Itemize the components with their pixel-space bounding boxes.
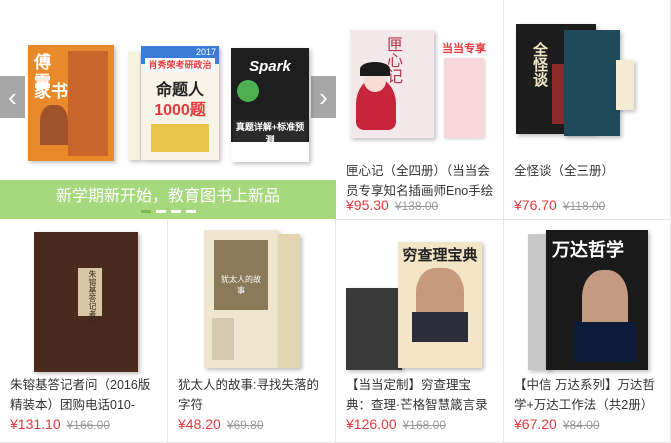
banner-book-top: 肖秀荣考研政治 [145,58,215,72]
product-title[interactable]: 【中信 万达系列】万达哲学+万达工作法（共2册） [514,375,662,415]
cover-title: 全怪谈 [531,42,547,87]
cover-title: 朱镕基答记者问 [88,270,97,326]
carousel-dot[interactable] [186,210,196,213]
product-title[interactable]: 匣心记（全四册）（当当会员专享知名插画师Eno手绘 [346,161,495,201]
banner-book-fulei: 傅雷 家书 [28,45,114,161]
chevron-right-icon: › [319,82,328,112]
banner-book-1000 [128,52,140,160]
cover-badge: 当当专享 [442,43,486,55]
product-title[interactable]: 【当当定制】穷查理宝典：查理·芒格智慧箴言录（增订 [346,375,495,415]
product-price-row: ¥95.30 ¥138.00 [346,197,438,213]
product-cover[interactable]: 犹太人的故事 [168,220,335,376]
product-old-price: ¥166.00 [66,418,110,432]
product-price-row: ¥67.20 ¥84.00 [514,416,600,432]
banner-book-subtitle: 1000题 [154,102,206,119]
carousel-dot[interactable] [141,210,151,213]
carousel-next-button[interactable]: › [311,76,336,118]
carousel-prev-button[interactable]: ‹ [0,76,25,118]
product-card[interactable]: 匣心记 当当专享 匣心记（全四册）（当当会员专享知名插画师Eno手绘 ¥95.3… [336,0,504,220]
book-cover-image: 犹太人的故事 [204,230,278,368]
product-old-price: ¥168.00 [402,418,446,432]
cover-title: 犹太人的故事 [221,275,261,295]
product-title[interactable]: 犹太人的故事:寻找失落的字符 [178,375,327,415]
product-cover[interactable]: 穷查理宝典 [336,220,503,376]
banner-book-spark: Spark 真题详解+标准预测 [231,48,309,162]
product-old-price: ¥118.00 [562,199,606,213]
product-old-price: ¥138.00 [394,199,439,213]
product-card[interactable]: 犹太人的故事 犹太人的故事:寻找失落的字符 ¥48.20 ¥69.80 [168,220,336,443]
chevron-left-icon: ‹ [8,82,17,112]
product-price: ¥48.20 [178,416,221,432]
product-price: ¥131.10 [10,416,61,432]
book-cover-image: 万达哲学 [546,230,648,370]
carousel-caption[interactable]: 新学期新开始，教育图书上新品 [0,180,336,219]
product-card[interactable]: 穷查理宝典 【当当定制】穷查理宝典：查理·芒格智慧箴言录（增订 ¥126.00¥… [336,220,504,443]
product-price-row: ¥76.70 ¥118.00 [514,197,605,213]
product-card[interactable]: 朱镕基答记者问 朱镕基答记者问（2016版精装本）团购电话010- ¥131.1… [0,220,168,443]
banner-book-mingtiren: 肖秀荣考研政治 2017 命题人 1000题 [141,46,219,160]
banner-book-title: Spark [249,58,291,75]
product-price-row: ¥48.20 ¥69.80 [178,416,264,432]
cover-title: 万达哲学 [552,240,624,260]
product-price: ¥95.30 [346,197,389,213]
product-title[interactable]: 全怪谈（全三册） [514,161,662,181]
cover-title: 穷查理宝典 [402,247,478,264]
product-price: ¥126.00 [346,416,397,432]
book-cover-image: 匣心记 [350,30,434,138]
product-card[interactable]: 全怪谈 全怪谈（全三册） ¥76.70 ¥118.00 [504,0,671,220]
product-cover[interactable]: 全怪谈 [504,0,670,156]
product-cover[interactable]: 万达哲学 [504,220,670,376]
product-old-price: ¥69.80 [226,418,264,432]
carousel-dot[interactable] [156,210,166,213]
product-price-row: ¥131.10 ¥166.00 [10,416,110,432]
product-price: ¥67.20 [514,416,557,432]
carousel-dot[interactable] [171,210,181,213]
banner-book-subtitle: 家书 [34,82,68,101]
book-cover-image: 穷查理宝典 [398,242,482,368]
product-old-price: ¥84.00 [562,418,600,432]
product-cover[interactable]: 匣心记 当当专享 [336,0,503,156]
product-card[interactable]: 万达哲学 【中信 万达系列】万达哲学+万达工作法（共2册） ¥67.20 ¥84.… [504,220,671,443]
product-price: ¥76.70 [514,197,557,213]
product-title[interactable]: 朱镕基答记者问（2016版精装本）团购电话010- [10,375,159,415]
promo-carousel[interactable]: 傅雷 家书 肖秀荣考研政治 2017 命题人 1000题 Spark 真题详解+… [0,0,336,220]
product-cover[interactable]: 朱镕基答记者问 [0,220,167,376]
book-showcase: 傅雷 家书 肖秀荣考研政治 2017 命题人 1000题 Spark 真题详解+… [0,0,671,443]
banner-book-year: 2017 [195,47,216,57]
carousel-indicators [141,210,196,213]
book-cover-image: 朱镕基答记者问 [34,232,138,372]
product-price-row: ¥126.00 ¥168.00 [346,416,446,432]
carousel-slide[interactable]: 傅雷 家书 肖秀荣考研政治 2017 命题人 1000题 Spark 真题详解+… [0,0,336,180]
